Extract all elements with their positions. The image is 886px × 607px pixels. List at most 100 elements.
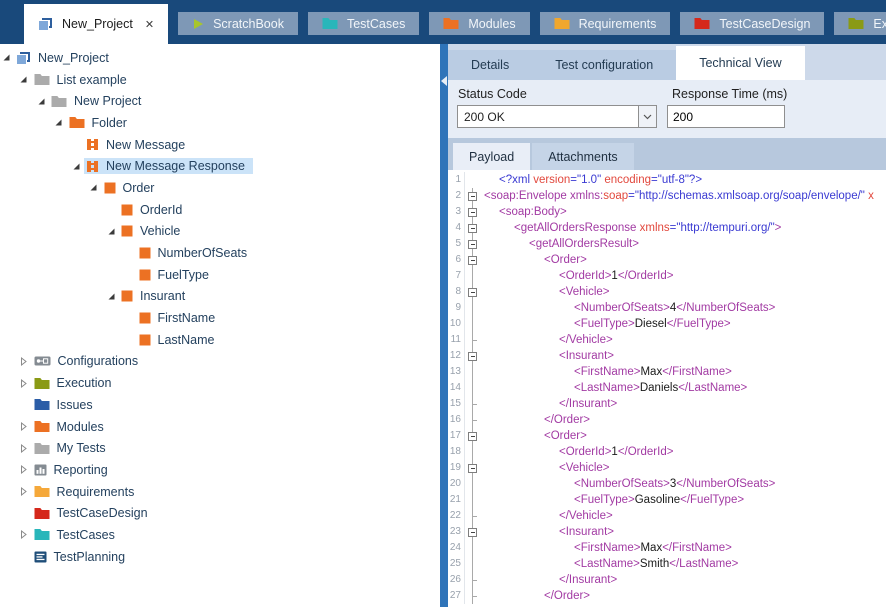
tree-item-folder[interactable]: Folder [0, 112, 440, 134]
fold-toggle[interactable] [465, 428, 480, 444]
expand-arrow-icon[interactable] [18, 444, 30, 453]
tab-technical-view[interactable]: Technical View [676, 46, 804, 80]
expand-arrow-icon[interactable] [35, 97, 47, 106]
collapse-box-icon[interactable] [468, 288, 477, 297]
expand-arrow-icon[interactable] [18, 75, 30, 84]
expand-arrow-icon[interactable] [18, 530, 30, 539]
expand-arrow-icon[interactable] [0, 53, 12, 62]
code-text: <soap:Body> [480, 204, 567, 220]
collapse-box-icon[interactable] [468, 224, 477, 233]
tree-item-label: Configurations [58, 354, 139, 368]
tab-attachments[interactable]: Attachments [532, 143, 633, 170]
tree-item-numberofseats[interactable]: NumberOfSeats [0, 242, 440, 264]
tab-testcases[interactable]: TestCases [308, 12, 419, 35]
tree-item-new-project[interactable]: New_Project [0, 47, 440, 69]
fold-toggle[interactable] [465, 284, 480, 300]
response-time-input[interactable] [667, 105, 785, 128]
fold-toggle[interactable] [465, 460, 480, 476]
close-tab-icon[interactable]: ✕ [145, 18, 154, 31]
tree-item-issues[interactable]: Issues [0, 394, 440, 416]
tab-new-project[interactable]: New_Project✕ [24, 4, 168, 44]
tree-item-new-project[interactable]: New Project [0, 90, 440, 112]
tree-item-label: My Tests [57, 441, 106, 455]
tree-item-new-message[interactable]: New Message [0, 134, 440, 156]
tree-item-lastname[interactable]: LastName [0, 329, 440, 351]
tree-item-new-message-response[interactable]: New Message Response [0, 155, 440, 177]
code-line: 15</Insurant> [448, 396, 886, 412]
panel-splitter[interactable] [440, 44, 448, 607]
collapse-box-icon[interactable] [468, 432, 477, 441]
chevron-down-icon[interactable] [638, 106, 656, 127]
tab-payload[interactable]: Payload [453, 143, 530, 170]
tab-scratchbook[interactable]: ScratchBook [178, 12, 298, 35]
tree-item-label: List example [57, 73, 127, 87]
fold-toggle[interactable] [465, 236, 480, 252]
tab-execution[interactable]: Execution [834, 12, 886, 35]
tree-item-testcasedesign[interactable]: TestCaseDesign [0, 502, 440, 524]
tree-item-orderid[interactable]: OrderId [0, 199, 440, 221]
tree-item-configurations[interactable]: Configurations [0, 351, 440, 373]
xml-editor[interactable]: 1<?xml version="1.0" encoding="utf-8"?>2… [448, 170, 886, 607]
tab-modules[interactable]: Modules [429, 12, 529, 35]
tree-item-modules[interactable]: Modules [0, 416, 440, 438]
folder-icon [34, 507, 50, 520]
expand-arrow-icon[interactable] [70, 162, 82, 171]
tree-item-label: FirstName [158, 311, 216, 325]
tree-item-testplanning[interactable]: TestPlanning [0, 546, 440, 568]
tree-item-list-example[interactable]: List example [0, 69, 440, 91]
fold-toggle[interactable] [465, 220, 480, 236]
tab-requirements[interactable]: Requirements [540, 12, 671, 35]
expand-arrow-icon[interactable] [105, 227, 117, 236]
expand-arrow-icon[interactable] [18, 422, 30, 431]
response-form: Status Code 200 OK Response Time (ms) [448, 80, 886, 138]
collapse-box-icon[interactable] [468, 240, 477, 249]
line-number: 26 [448, 572, 465, 588]
fold-gutter [465, 508, 480, 524]
line-number: 19 [448, 460, 465, 476]
collapse-box-icon[interactable] [468, 352, 477, 361]
tree-item-reporting[interactable]: Reporting [0, 459, 440, 481]
fold-gutter [465, 444, 480, 460]
folder-icon [554, 17, 570, 30]
tab-test-configuration[interactable]: Test configuration [532, 50, 676, 80]
collapse-box-icon[interactable] [468, 208, 477, 217]
collapse-panel-arrow-icon[interactable] [441, 76, 447, 86]
tree-item-execution[interactable]: Execution [0, 372, 440, 394]
fold-toggle[interactable] [465, 204, 480, 220]
status-code-select[interactable]: 200 OK [457, 105, 657, 128]
code-text: <Order> [480, 428, 587, 444]
fold-toggle[interactable] [465, 188, 480, 204]
tree-item-my-tests[interactable]: My Tests [0, 437, 440, 459]
tree-item-insurant[interactable]: Insurant [0, 286, 440, 308]
tree-item-firstname[interactable]: FirstName [0, 307, 440, 329]
tree-item-order[interactable]: Order [0, 177, 440, 199]
code-text: <OrderId>1</OrderId> [480, 444, 673, 460]
expand-arrow-icon[interactable] [105, 292, 117, 301]
tree-item-label: FuelType [158, 268, 209, 282]
code-line: 8<Vehicle> [448, 284, 886, 300]
expand-arrow-icon[interactable] [53, 118, 65, 127]
tree-item-fueltype[interactable]: FuelType [0, 264, 440, 286]
code-text: <FuelType>Diesel</FuelType> [480, 316, 731, 332]
expand-arrow-icon[interactable] [88, 183, 100, 192]
application-window: New_Project✕ScratchBookTestCasesModulesR… [0, 0, 886, 607]
tab-details[interactable]: Details [448, 50, 532, 80]
fold-toggle[interactable] [465, 252, 480, 268]
collapse-box-icon[interactable] [468, 464, 477, 473]
expand-arrow-icon[interactable] [18, 465, 30, 474]
fold-toggle[interactable] [465, 348, 480, 364]
expand-arrow-icon[interactable] [18, 487, 30, 496]
collapse-box-icon[interactable] [468, 528, 477, 537]
fold-gutter [465, 572, 480, 588]
line-number: 6 [448, 252, 465, 268]
expand-arrow-icon[interactable] [18, 379, 30, 388]
tree-item-requirements[interactable]: Requirements [0, 481, 440, 503]
tree-item-testcases[interactable]: TestCases [0, 524, 440, 546]
collapse-box-icon[interactable] [468, 256, 477, 265]
tree-item-vehicle[interactable]: Vehicle [0, 221, 440, 243]
expand-arrow-icon[interactable] [18, 357, 30, 366]
collapse-box-icon[interactable] [468, 192, 477, 201]
tab-testcasedesign[interactable]: TestCaseDesign [680, 12, 824, 35]
fold-toggle[interactable] [465, 524, 480, 540]
line-number: 27 [448, 588, 465, 604]
